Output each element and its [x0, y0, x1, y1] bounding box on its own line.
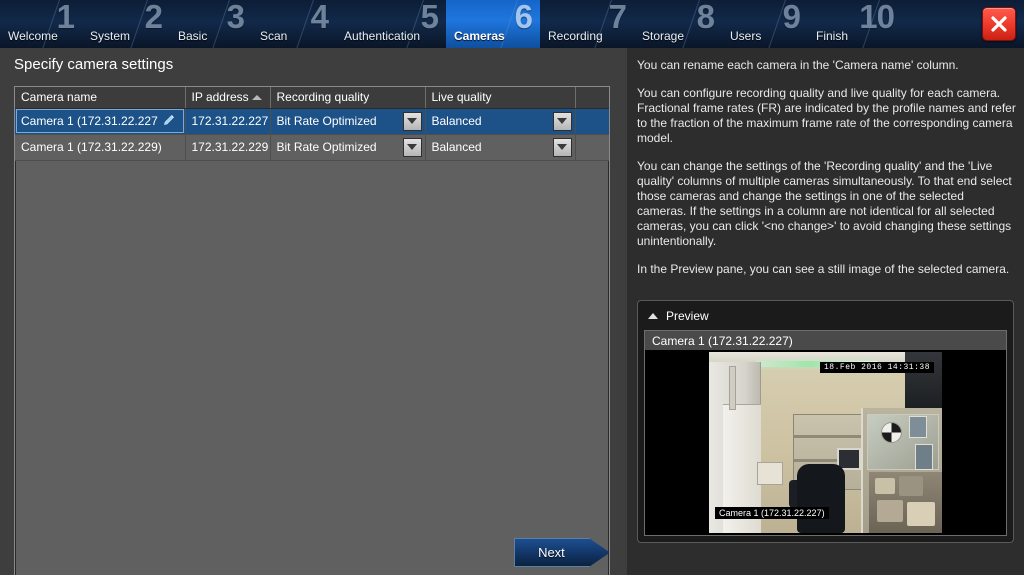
wizard-step-label: Storage [642, 29, 685, 43]
ip-address-cell: 172.31.22.227 [185, 108, 271, 135]
recording-quality-dropdown-button[interactable] [402, 111, 422, 131]
camera-name-cell[interactable]: Camera 1 (172.31.22.227 [15, 108, 186, 135]
wizard-step-number: 10 [859, 0, 895, 35]
wizard-step-label: System [90, 29, 131, 43]
column-header-label: IP address [191, 90, 249, 105]
camera-table-container: Camera name IP address Recording quality Li… [14, 86, 610, 575]
left-pane: Specify camera settings Camera name IP ad… [0, 48, 627, 575]
timestamp-overlay: 18.Feb 2016 14:31:38 [819, 362, 934, 373]
column-header-label: Camera name [21, 90, 98, 105]
live-quality-value: Balanced [431, 140, 482, 154]
wizard-step-basic[interactable]: 3 Basic [170, 0, 252, 48]
chevron-down-icon [557, 144, 567, 150]
wizard-step-label: Users [730, 29, 762, 43]
camera-name-text: Camera 1 (172.31.22.227 [21, 114, 158, 128]
wizard-step-number: 1 [56, 0, 75, 35]
chevron-down-icon [557, 118, 567, 124]
page-title: Specify camera settings [14, 56, 174, 73]
help-paragraph: You can change the settings of the 'Reco… [637, 159, 1012, 248]
preview-camera-panel: Camera 1 (172.31.22.227) 18.Feb 2016 14:… [644, 330, 1007, 536]
wizard-step-label: Finish [816, 29, 849, 43]
chevron-down-icon [407, 118, 417, 124]
preview-camera-caption: Camera 1 (172.31.22.227) [645, 331, 1006, 350]
wizard-step-bar: 1 Welcome 2 System 3 Basic 4 Scan 5 Authenticatio… [0, 0, 1024, 48]
wizard-step-cameras[interactable]: 6 Cameras [446, 0, 540, 48]
help-pane: You can rename each camera in the 'Camer… [627, 48, 1024, 575]
camera-table: Camera name IP address Recording quality Li… [15, 87, 609, 161]
wizard-step-finish[interactable]: 10 Finish [808, 0, 902, 48]
camera-name-cell[interactable]: Camera 1 (172.31.22.229) [15, 134, 186, 161]
recording-quality-value: Bit Rate Optimized [276, 114, 377, 128]
close-button[interactable] [982, 7, 1016, 41]
live-quality-dropdown-button[interactable] [552, 111, 572, 131]
chevron-down-icon [407, 144, 417, 150]
wizard-step-label: Welcome [8, 29, 58, 43]
next-button-label: Next [538, 545, 565, 560]
row-spacer-cell [575, 134, 609, 161]
camera-table-body: Camera 1 (172.31.22.227 172.31.22.227 Bit … [15, 108, 609, 161]
wizard-step-scan[interactable]: 4 Scan [252, 0, 336, 48]
recording-quality-cell[interactable]: Bit Rate Optimized [270, 108, 426, 135]
camera-name-overlay: Camera 1 (172.31.22.227) [715, 507, 829, 519]
help-paragraph: You can configure recording quality and … [637, 86, 1016, 145]
wizard-step-storage[interactable]: 8 Storage [634, 0, 722, 48]
preview-pane: Preview Camera 1 (172.31.22.227) 18.Feb … [637, 300, 1014, 543]
table-row[interactable]: Camera 1 (172.31.22.227 172.31.22.227 Bit … [15, 108, 609, 135]
recording-quality-dropdown-button[interactable] [402, 137, 422, 157]
chevron-up-icon [648, 313, 658, 319]
column-header-label: Recording quality [276, 90, 370, 105]
column-header[interactable]: IP address [185, 87, 271, 109]
wizard-step-label: Cameras [454, 29, 505, 43]
column-header[interactable] [575, 87, 609, 109]
wizard-step-number: 8 [696, 0, 715, 35]
sort-ascending-icon [251, 95, 262, 100]
help-paragraph: In the Preview pane, you can see a still… [637, 262, 1010, 276]
column-header[interactable]: Recording quality [270, 87, 426, 109]
table-row[interactable]: Camera 1 (172.31.22.229) 172.31.22.229 Bit… [15, 134, 609, 161]
step-list: 1 Welcome 2 System 3 Basic 4 Scan 5 Authenticatio… [0, 0, 902, 48]
camera-table-head: Camera name IP address Recording quality Li… [15, 87, 609, 109]
wizard-step-number: 2 [144, 0, 163, 35]
help-text: You can rename each camera in the 'Camer… [637, 58, 1016, 277]
wizard-step-number: 3 [226, 0, 245, 35]
wizard-step-system[interactable]: 2 System [82, 0, 170, 48]
wizard-step-users[interactable]: 9 Users [722, 0, 808, 48]
wizard-step-number: 5 [420, 0, 439, 35]
column-header[interactable]: Camera name [15, 87, 186, 109]
wizard-step-label: Basic [178, 29, 208, 43]
preview-video-stage[interactable]: 18.Feb 2016 14:31:38 Camera 1 (172.31.22… [645, 350, 1006, 535]
ip-address-cell: 172.31.22.229 [185, 134, 271, 161]
wizard-step-recording[interactable]: 7 Recording [540, 0, 634, 48]
live-quality-dropdown-button[interactable] [552, 137, 572, 157]
wizard-step-welcome[interactable]: 1 Welcome [0, 0, 82, 48]
column-header-label: Live quality [431, 90, 492, 105]
camera-name-text: Camera 1 (172.31.22.229) [21, 140, 162, 154]
wizard-step-number: 4 [310, 0, 329, 35]
live-quality-cell[interactable]: Balanced [425, 108, 576, 135]
preview-header[interactable]: Preview [644, 307, 1007, 325]
edit-pencil-icon[interactable] [162, 113, 176, 130]
table-header-row: Camera name IP address Recording quality Li… [15, 87, 609, 109]
row-spacer-cell [575, 108, 609, 135]
wizard-step-authentication[interactable]: 5 Authentication [336, 0, 446, 48]
recording-quality-value: Bit Rate Optimized [276, 140, 377, 154]
wizard-step-number: 7 [608, 0, 627, 35]
next-button[interactable]: Next [514, 538, 610, 567]
live-quality-value: Balanced [431, 114, 482, 128]
recording-quality-cell[interactable]: Bit Rate Optimized [270, 134, 426, 161]
wizard-step-number: 9 [782, 0, 801, 35]
preview-title: Preview [666, 309, 709, 323]
wizard-window: 1 Welcome 2 System 3 Basic 4 Scan 5 Authenticatio… [0, 0, 1024, 575]
live-quality-cell[interactable]: Balanced [425, 134, 576, 161]
help-paragraph: You can rename each camera in the 'Camer… [637, 58, 959, 72]
wizard-step-label: Authentication [344, 29, 421, 43]
wizard-step-label: Recording [548, 29, 603, 43]
wizard-step-label: Scan [260, 29, 288, 43]
camera-still-image: 18.Feb 2016 14:31:38 Camera 1 (172.31.22… [709, 352, 942, 533]
close-icon [991, 16, 1007, 32]
column-header[interactable]: Live quality [425, 87, 576, 109]
wizard-step-number: 6 [514, 0, 533, 35]
